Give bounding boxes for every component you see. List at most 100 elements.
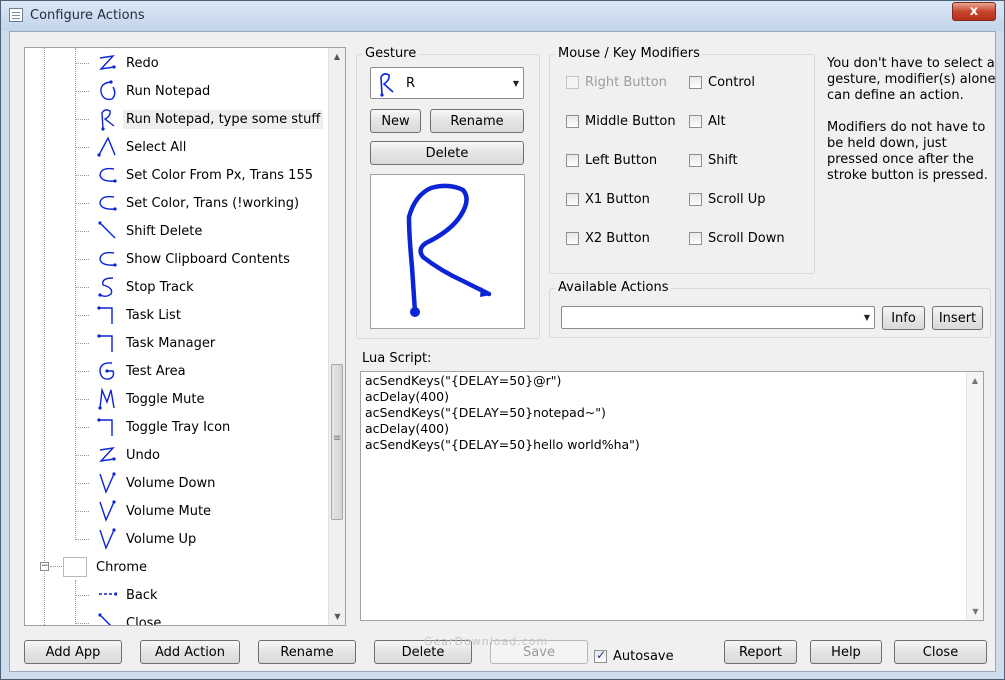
tree-action-item[interactable]: Redo [75,49,162,77]
modifier-checkbox[interactable]: X1 Button [566,192,650,207]
title-bar[interactable]: Configure Actions x [1,1,1004,31]
tree-branch [75,399,89,400]
modifiers-group-title: Mouse / Key Modifiers [555,46,703,61]
report-button[interactable]: Report [724,640,797,664]
tree-item-label: Toggle Mute [126,391,205,407]
modifier-checkbox[interactable]: X2 Button [566,231,650,246]
tree-item-label: Back [126,587,158,603]
modifier-checkbox[interactable]: Scroll Down [689,231,785,246]
modifier-checkbox[interactable]: Scroll Up [689,192,766,207]
chrome-collapse-toggle[interactable]: − [40,562,49,571]
tree-action-item[interactable]: Show Clipboard Contents [75,245,293,273]
checkbox-box [566,115,579,128]
lua-script-lines: acSendKeys("{DELAY=50}@r") acDelay(400) ac… [361,372,983,453]
scroll-up-arrow-icon[interactable]: ▲ [967,372,983,389]
tree-action-item[interactable]: Stop Track [75,273,197,301]
delete-gesture-button[interactable]: Delete [370,141,524,165]
watermark-text: GearDownload.com [424,635,549,648]
tree-action-item[interactable]: Task Manager [75,329,218,357]
tree-action-item[interactable]: Test Area [75,357,189,385]
scroll-down-arrow-icon[interactable]: ▼ [967,603,983,620]
tree-item-label: Select All [126,139,187,155]
tree-item-label: Close [126,615,162,626]
tree-item-label: Shift Delete [126,223,203,239]
tree-action-item[interactable]: Toggle Tray Icon [75,413,233,441]
new-gesture-button[interactable]: New [370,109,421,133]
add-action-button[interactable]: Add Action [140,640,240,664]
available-actions-title: Available Actions [555,280,672,295]
modifier-checkbox[interactable]: Right Button [566,75,667,90]
tree-item-label: Set Color, Trans (!working) [126,195,300,211]
tree-item-label: Show Clipboard Contents [126,251,290,267]
autosave-check-icon [594,648,607,663]
tree-action-item[interactable]: Close [75,609,164,626]
tree-action-item[interactable]: Undo [75,441,163,469]
info-button[interactable]: Info [882,306,925,330]
info-paragraph-1: You don't have to select a gesture, modi… [827,56,996,103]
tree-action-item[interactable]: Shift Delete [75,217,205,245]
tree-action-item[interactable]: Volume Mute [75,497,214,525]
gesture-diagonal-icon [97,219,117,243]
tree-scrollbar[interactable]: ▲ ▼ [328,48,345,625]
modifier-checkbox[interactable]: Alt [689,114,726,129]
scroll-down-arrow-icon[interactable]: ▼ [329,608,345,625]
modifier-checkbox[interactable]: Middle Button [566,114,676,129]
tree-action-item[interactable]: Volume Down [75,469,218,497]
scroll-up-arrow-icon[interactable]: ▲ [329,48,345,65]
checkbox-box [689,193,702,206]
autosave-label: Autosave [613,649,674,664]
tree-action-item[interactable]: Back [75,581,161,609]
gesture-preview-canvas[interactable] [370,174,525,329]
window-close-button[interactable]: x [952,2,996,21]
tree-action-item[interactable]: Select All [75,133,189,161]
tree-action-item[interactable]: Set Color From Px, Trans 155 [75,161,316,189]
tree-item-label: Set Color From Px, Trans 155 [126,167,313,183]
gesture-g-icon [97,359,117,383]
tree-branch [75,455,89,456]
tree-action-item[interactable]: Toggle Mute [75,385,207,413]
tree-action-item[interactable]: Run Notepad, type some stuff [75,105,324,133]
gesture-select[interactable]: R ▼ [370,67,524,99]
autosave-checkbox[interactable]: Autosave [594,648,674,664]
add-app-button[interactable]: Add App [24,640,122,664]
tree-action-item[interactable]: Set Color, Trans (!working) [75,189,302,217]
gesture-hook-icon [97,331,117,355]
tree-guide-line [44,48,45,625]
tree-branch [75,287,89,288]
tree-item-label: Volume Down [126,475,216,491]
modifier-checkbox[interactable]: Control [689,75,755,90]
gesture-m-icon [97,387,117,411]
actions-tree[interactable]: Redo Run Notepad Run Notepad, type some st… [24,47,346,626]
lua-script-line: acSendKeys("{DELAY=50}@r") [365,373,562,388]
help-button[interactable]: Help [810,640,882,664]
modifier-label: Right Button [585,75,667,90]
modifier-label: Shift [708,153,738,168]
tree-action-item[interactable]: Task List [75,301,184,329]
rename-gesture-button[interactable]: Rename [430,109,524,133]
gesture-hook-icon [97,303,117,327]
script-scrollbar[interactable]: ▲ ▼ [966,372,983,620]
modifier-checkbox[interactable]: Left Button [566,153,657,168]
checkbox-box [566,193,579,206]
tree-scroll-thumb[interactable] [331,364,343,520]
window-title: Configure Actions [30,8,145,23]
lua-script-editor[interactable]: acSendKeys("{DELAY=50}@r") acDelay(400) ac… [360,371,984,621]
insert-button[interactable]: Insert [932,306,983,330]
chevron-down-icon: ▼ [512,79,519,88]
available-actions-select[interactable]: ▼ [561,306,875,329]
tree-action-item[interactable]: Run Notepad [75,77,213,105]
tree-branch [75,343,89,344]
modifier-label: Control [708,75,755,90]
tree-action-item[interactable]: Volume Up [75,525,199,553]
tree-item-label: Volume Up [126,531,197,547]
gesture-c-icon [97,247,117,271]
checkbox-box [689,232,702,245]
tree-branch [75,119,89,120]
tree-app-chrome[interactable]: Chrome [63,553,150,581]
close-button[interactable]: Close [894,640,987,664]
tree-item-label: Toggle Tray Icon [126,419,231,435]
modifier-checkbox[interactable]: Shift [689,153,738,168]
rename-action-button[interactable]: Rename [258,640,356,664]
tree-guide-line [75,48,76,538]
tree-item-label: Run Notepad, type some stuff [123,109,324,129]
